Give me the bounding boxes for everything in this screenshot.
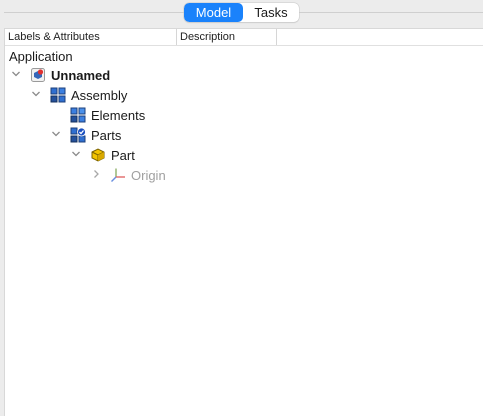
tree-row-elements[interactable]: Elements [70,105,145,125]
tree-row-unnamed[interactable]: Unnamed [10,65,110,85]
document-icon [30,67,46,83]
chevron-down-icon[interactable] [10,69,22,81]
tree-label-assembly: Assembly [71,87,128,103]
tree-label-unnamed: Unnamed [51,67,111,83]
tree-label-parts: Parts [91,127,122,143]
tree-row-part[interactable]: Part [70,145,135,165]
tree-row-origin[interactable]: Origin [90,165,166,185]
chevron-down-icon[interactable] [30,89,42,101]
chevron-down-icon[interactable] [50,129,62,141]
tree-row-assembly[interactable]: Assembly [30,85,127,105]
tree-row-application[interactable]: Application [9,46,73,66]
tab-tasks[interactable]: Tasks [243,3,299,22]
parts-icon [70,127,86,143]
tree-label-origin: Origin [131,167,166,183]
elements-icon [70,107,86,123]
tree-label-application: Application [9,48,73,64]
view-segmented-control: Model Tasks [184,3,299,22]
model-tree-panel: Labels & Attributes Description Applicat… [4,28,483,416]
column-header-description[interactable]: Description [177,29,277,45]
assembly-icon [50,87,66,103]
tab-model[interactable]: Model [184,3,243,22]
origin-axes-icon [110,167,126,183]
tab-bar: Model Tasks [0,0,483,26]
tree-row-parts[interactable]: Parts [50,125,121,145]
chevron-right-icon[interactable] [90,169,102,181]
tree-label-part: Part [111,147,135,163]
tree-header: Labels & Attributes Description [5,29,483,46]
tree-label-elements: Elements [91,107,146,123]
chevron-down-icon[interactable] [70,149,82,161]
part-icon [90,147,106,163]
column-header-labels[interactable]: Labels & Attributes [5,29,177,45]
